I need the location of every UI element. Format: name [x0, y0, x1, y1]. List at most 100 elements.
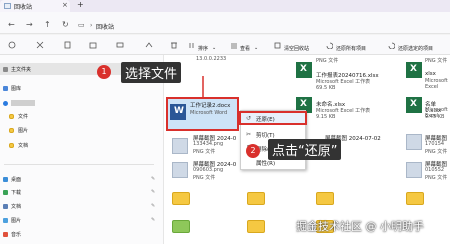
rename-icon[interactable]: [116, 41, 124, 49]
recycle-bin-icon: [4, 3, 11, 9]
image-file-icon: [172, 162, 188, 178]
pin-icon: ✎: [151, 217, 156, 223]
account-label-redacted: [11, 100, 35, 106]
copy-icon[interactable]: [64, 41, 72, 49]
file-type: PNG 文件: [193, 175, 216, 181]
picture-icon: [3, 218, 8, 223]
home-icon: [3, 67, 8, 72]
view-button[interactable]: 查看: [240, 45, 250, 52]
download-icon: [3, 190, 8, 195]
folder-icon: [406, 192, 424, 205]
excel-file-icon: [406, 97, 422, 113]
step-2-callout: 点击“还原”: [268, 139, 342, 160]
excel-file-icon: [406, 62, 422, 78]
navigation-pane: [0, 55, 164, 244]
close-tab-button[interactable]: ×: [62, 1, 68, 9]
sidebar-item-documents-cloud[interactable]: 文档: [18, 142, 28, 149]
file-type: PNG 文件: [425, 149, 448, 155]
folder-icon: [172, 220, 190, 233]
menu-item-cut[interactable]: 剪切(T): [256, 131, 275, 139]
folder-icon: [172, 192, 190, 205]
file-type: PNG 文件: [425, 175, 448, 181]
cut-icon[interactable]: [36, 41, 44, 49]
file-size: 69.5 KB: [316, 85, 336, 91]
folder-icon: [247, 192, 265, 205]
paste-icon[interactable]: [89, 41, 97, 49]
step-2-badge: 2: [246, 144, 260, 158]
monitor-icon: ▭: [78, 21, 85, 29]
pin-icon: ✎: [151, 203, 156, 209]
refresh-button[interactable]: ↻: [62, 20, 69, 29]
sidebar-item-gallery[interactable]: 图库: [11, 85, 21, 92]
folder-icon: [247, 220, 265, 233]
sidebar-item-home[interactable]: 主文件夹: [11, 66, 31, 73]
file-name-suffix: 090603.png: [193, 167, 224, 173]
file-type: Microsoft Excel: [425, 78, 448, 90]
restore-selected-icon: [388, 42, 395, 49]
empty-recycle-bin-button[interactable]: 清空回收站: [284, 45, 309, 52]
file-name[interactable]: xlsx: [425, 71, 436, 77]
step-1-badge: 1: [97, 65, 111, 79]
file-name-suffix: 133434.png: [193, 141, 224, 147]
gallery-icon: [3, 86, 8, 91]
file-size: 9.15 KB: [316, 114, 336, 120]
new-icon[interactable]: [8, 41, 16, 49]
excel-file-icon: [296, 62, 312, 78]
sidebar-divider: [4, 164, 154, 165]
tab-title: 回收站: [14, 4, 33, 11]
delete-icon[interactable]: [170, 41, 178, 49]
sort-button[interactable]: 排序: [198, 45, 208, 52]
folder-icon: [9, 128, 14, 133]
image-file-icon: [406, 162, 422, 178]
sidebar-item-music[interactable]: 音乐: [11, 231, 21, 238]
image-file-icon: [172, 138, 188, 154]
file-type: PNG 文件: [425, 58, 448, 64]
image-file-icon: [406, 134, 422, 150]
sidebar-item-documents[interactable]: 文档: [11, 203, 21, 210]
back-button[interactable]: ←: [8, 20, 15, 29]
step-1-callout: 选择文件: [121, 62, 182, 83]
file-type: Microsoft Excel 工作表: [316, 79, 371, 85]
file-type: PNG 文件: [193, 149, 216, 155]
restore-all-icon: [326, 42, 333, 49]
pin-icon: ✎: [151, 176, 156, 182]
new-tab-button[interactable]: +: [77, 0, 84, 9]
sidebar-item-desktop[interactable]: 桌面: [11, 176, 21, 183]
menu-item-properties[interactable]: 属性(R): [256, 159, 275, 167]
file-name-suffix: 170154: [425, 141, 445, 147]
sidebar-item-pictures-cloud[interactable]: 图片: [18, 127, 28, 134]
file-type: PNG 文件: [316, 58, 339, 64]
restore-highlight-box: [239, 111, 307, 125]
desktop-icon: [3, 177, 8, 182]
forward-button[interactable]: →: [26, 20, 33, 29]
share-icon[interactable]: [145, 41, 153, 49]
view-icon: [231, 43, 237, 49]
music-icon: [3, 232, 8, 237]
document-icon: [3, 204, 8, 209]
sidebar-item-files[interactable]: 文件: [18, 113, 28, 120]
up-button[interactable]: ↑: [44, 20, 51, 29]
empty-recycle-bin-icon: [274, 42, 281, 49]
sort-chevron-down-icon: ⌄: [212, 45, 217, 51]
restore-all-button[interactable]: 还原所有项目: [336, 45, 366, 52]
breadcrumb-location[interactable]: 回收站: [96, 22, 114, 31]
file-type: Microsoft Excel 工作表: [316, 108, 371, 114]
cut-icon: ✂: [246, 131, 252, 138]
sort-icon: [189, 43, 194, 48]
breadcrumb-chevron-icon: ›: [90, 22, 93, 29]
sidebar-item-downloads[interactable]: 下载: [11, 189, 21, 196]
folder-icon: [316, 192, 334, 205]
view-chevron-down-icon: ⌄: [254, 45, 259, 51]
file-version: 13.0.0.2233: [196, 56, 227, 62]
sidebar-item-pictures[interactable]: 图片: [11, 217, 21, 224]
pin-icon: ✎: [151, 189, 156, 195]
file-name-suffix: 010552: [425, 167, 445, 173]
cloud-icon: [3, 101, 8, 106]
folder-icon: [9, 114, 14, 119]
file-size: 9.45 KB: [425, 114, 445, 120]
folder-icon: [9, 143, 14, 148]
selection-highlight-box: [166, 97, 239, 131]
step-1-arrow: [202, 76, 204, 98]
restore-selected-button[interactable]: 还原选定的项目: [398, 45, 433, 52]
watermark-text: 掘金技术社区 @ 小明助手: [296, 220, 424, 233]
